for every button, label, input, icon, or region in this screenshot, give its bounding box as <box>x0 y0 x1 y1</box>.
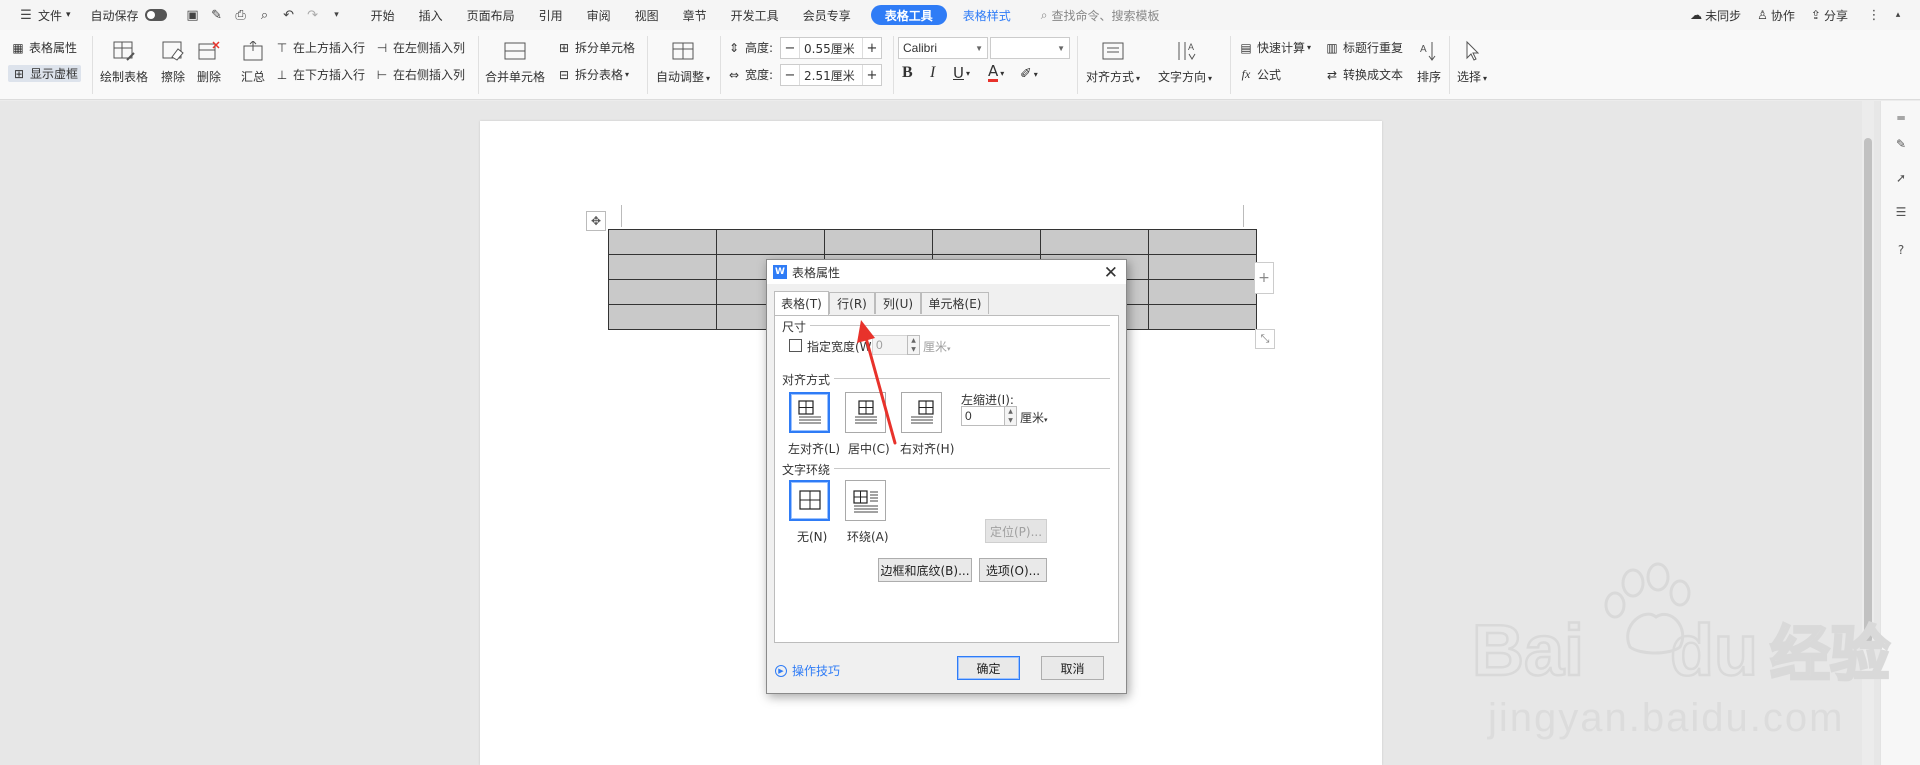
svg-text:Bai: Bai <box>1472 611 1584 691</box>
baidu-watermark-logo: Bai du 经验 jingyan.baidu.com <box>1471 562 1891 740</box>
svg-text:jingyan.baidu.com: jingyan.baidu.com <box>1487 696 1844 740</box>
svg-text:du: du <box>1670 611 1758 691</box>
svg-text:经验: 经验 <box>1770 620 1890 690</box>
